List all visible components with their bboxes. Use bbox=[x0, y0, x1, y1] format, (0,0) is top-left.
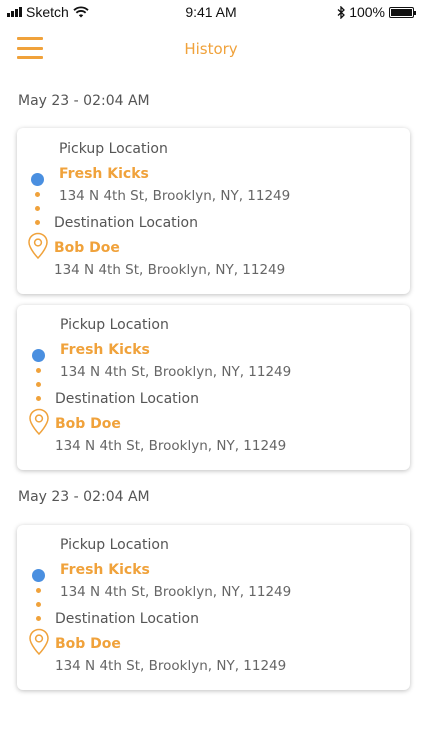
pickup-address: 134 N 4th St, Brooklyn, NY, 11249 bbox=[60, 364, 292, 380]
location-pin-icon bbox=[29, 408, 49, 436]
route-dot-icon bbox=[35, 192, 40, 197]
date-header: May 23 - 02:04 AM bbox=[18, 489, 150, 505]
pickup-dot-icon bbox=[31, 173, 44, 186]
destination-address: 134 N 4th St, Brooklyn, NY, 11249 bbox=[54, 262, 286, 278]
destination-name: Bob Doe bbox=[55, 416, 121, 432]
location-pin-icon bbox=[28, 232, 48, 260]
pickup-name: Fresh Kicks bbox=[59, 166, 149, 182]
battery-icon bbox=[389, 6, 416, 18]
route-dot-icon bbox=[36, 382, 41, 387]
pickup-label: Pickup Location bbox=[60, 537, 169, 553]
location-pin-icon bbox=[29, 628, 49, 656]
trip-card[interactable]: Pickup Location Fresh Kicks 134 N 4th St… bbox=[17, 305, 410, 470]
pickup-address: 134 N 4th St, Brooklyn, NY, 11249 bbox=[60, 584, 292, 600]
pickup-name: Fresh Kicks bbox=[60, 342, 150, 358]
route-dot-icon bbox=[36, 602, 41, 607]
bluetooth-icon bbox=[337, 5, 346, 19]
route-dot-icon bbox=[36, 588, 41, 593]
status-right: 100% bbox=[337, 4, 416, 20]
pickup-label: Pickup Location bbox=[59, 141, 168, 157]
date-header: May 23 - 02:04 AM bbox=[18, 93, 150, 109]
destination-address: 134 N 4th St, Brooklyn, NY, 11249 bbox=[55, 658, 287, 674]
route-dot-icon bbox=[35, 206, 40, 211]
route-dot-icon bbox=[36, 396, 41, 401]
destination-address: 134 N 4th St, Brooklyn, NY, 11249 bbox=[55, 438, 287, 454]
destination-label: Destination Location bbox=[55, 611, 199, 627]
pickup-name: Fresh Kicks bbox=[60, 562, 150, 578]
pickup-address: 134 N 4th St, Brooklyn, NY, 11249 bbox=[59, 188, 291, 204]
battery-percent: 100% bbox=[349, 4, 385, 20]
page-title: History bbox=[184, 40, 238, 58]
trip-card[interactable]: Pickup Location Fresh Kicks 134 N 4th St… bbox=[17, 525, 410, 690]
destination-label: Destination Location bbox=[54, 215, 198, 231]
status-bar: Sketch 9:41 AM 100% bbox=[0, 0, 422, 24]
navigation-bar: History bbox=[0, 28, 422, 72]
pickup-dot-icon bbox=[32, 569, 45, 582]
route-dot-icon bbox=[36, 368, 41, 373]
trip-card[interactable]: Pickup Location Fresh Kicks 134 N 4th St… bbox=[17, 128, 410, 294]
destination-name: Bob Doe bbox=[54, 240, 120, 256]
route-dot-icon bbox=[35, 220, 40, 225]
pickup-dot-icon bbox=[32, 349, 45, 362]
destination-label: Destination Location bbox=[55, 391, 199, 407]
pickup-label: Pickup Location bbox=[60, 317, 169, 333]
route-dot-icon bbox=[36, 616, 41, 621]
destination-name: Bob Doe bbox=[55, 636, 121, 652]
